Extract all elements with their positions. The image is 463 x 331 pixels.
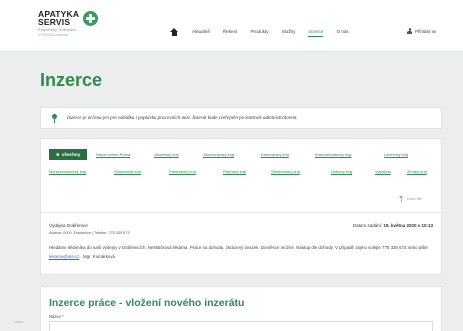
nav-item-inzerce[interactable]: Inzerce xyxy=(308,28,324,37)
name-field[interactable] xyxy=(49,321,433,331)
filter-all-label: všechny xyxy=(61,152,81,157)
nav-item-reseni[interactable]: Řešení xyxy=(223,28,238,36)
form-title: Inzerce práce - vložení nového inzerátu xyxy=(49,297,245,309)
listing-panel: všechny Hlavní město Praha Jihočeský kra… xyxy=(40,138,442,275)
filter-region[interactable]: Jihočeský kraj xyxy=(154,152,178,157)
more-filters-link[interactable]: Další filtr xyxy=(399,196,422,202)
ad-description: Hledáme lékárníka do naší výdejny v Dobř… xyxy=(49,243,433,261)
brand-logo[interactable]: APATYKA SERVIS Pharmacy Software a POHOD… xyxy=(38,10,100,46)
funnel-icon xyxy=(399,196,404,202)
user-icon xyxy=(407,28,412,34)
filter-region[interactable]: Liberecký kraj xyxy=(384,152,408,157)
name-field-label: Název * xyxy=(49,314,64,319)
info-text: Inzerce je určena jen pro nabídku i popt… xyxy=(67,115,298,121)
info-notice: Inzerce je určena jen pro nabídku i popt… xyxy=(40,107,442,129)
filter-region[interactable]: Moravskoslezský kraj xyxy=(49,169,86,174)
ad-email-link[interactable]: lekarna@ula.cz xyxy=(49,254,79,259)
ad-listing: Výdejna Dobřenice Adresa: 0000, Dobřenic… xyxy=(41,212,441,276)
filter-region[interactable]: Plzeňský kraj xyxy=(223,169,246,174)
filter-region[interactable]: Hlavní město Praha xyxy=(96,152,130,157)
login-link[interactable]: Přihlásit se xyxy=(407,28,436,34)
new-ad-form: Inzerce práce - vložení nového inzerátu … xyxy=(40,286,442,331)
ad-text-after: . Mgr. Komárková xyxy=(80,254,115,259)
filter-region[interactable]: Vysočina xyxy=(375,169,391,174)
site-header: APATYKA SERVIS Pharmacy Software a POHOD… xyxy=(0,0,463,52)
pin-icon xyxy=(52,113,57,123)
filter-region[interactable]: Královéhradecký kraj xyxy=(315,152,351,157)
ad-date: Datum zadání: 19. května 2020 v 10:13 xyxy=(353,223,433,228)
pharmacy-cross-icon xyxy=(83,11,98,26)
filter-region[interactable]: Ústecký kraj xyxy=(331,169,352,174)
nav-item-o-nas[interactable]: O nás xyxy=(336,28,348,36)
nav-item-sluzby[interactable]: Služby xyxy=(282,28,296,36)
more-filters-label: Další filtr xyxy=(407,197,422,201)
brand-subtagline: a POHODA company xyxy=(38,33,69,37)
filter-region[interactable]: Pardubický kraj xyxy=(169,169,196,174)
login-label: Přihlásit se xyxy=(415,28,437,34)
home-icon[interactable] xyxy=(170,27,179,37)
scroll-indicator xyxy=(15,321,23,323)
filter-region[interactable]: Zlínský kraj xyxy=(407,169,427,174)
page-title: Inzerce xyxy=(40,70,103,90)
filter-region[interactable]: Středočeský kraj xyxy=(271,169,300,174)
nav-item-produkty[interactable]: Produkty xyxy=(250,28,268,36)
ad-address: Adresa: 0000, Dobřenice | Telefon: 775 3… xyxy=(49,231,130,235)
filter-region[interactable]: Jihomoravský kraj xyxy=(203,152,234,157)
ad-text-before: Hledáme lékárníka do naší výdejny v Dobř… xyxy=(49,245,428,250)
nav-item-aktualne[interactable]: Aktuálně xyxy=(192,28,210,36)
main-nav: Aktuálně Řešení Produkty Služby Inzerce … xyxy=(170,26,362,38)
ad-date-value: 19. května 2020 v 10:13 xyxy=(383,223,433,228)
filter-region[interactable]: Olomoucký kraj xyxy=(114,169,141,174)
filter-all-button[interactable]: všechny xyxy=(49,149,87,160)
brand-tagline: Pharmacy Software xyxy=(38,28,77,32)
filter-region[interactable]: Karlovarský kraj xyxy=(261,152,289,157)
ad-date-label: Datum zadání: xyxy=(352,223,383,228)
ad-company: Výdejna Dobřenice xyxy=(49,223,88,228)
